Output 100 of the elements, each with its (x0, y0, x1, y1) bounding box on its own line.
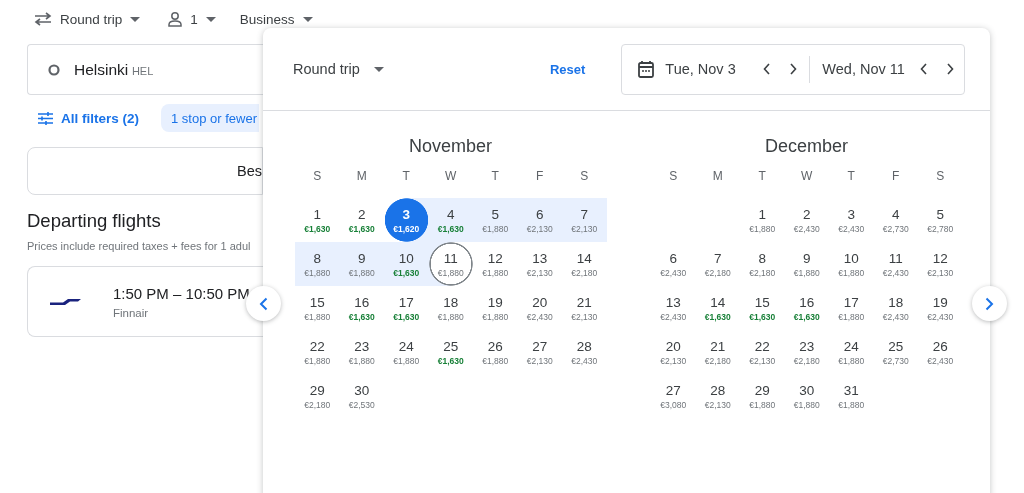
calendar-day[interactable]: 29 €2,180 (295, 374, 340, 418)
month-title: December (764, 135, 849, 158)
filter-chip[interactable]: 1 stop or fewer (161, 104, 259, 132)
calendar-day[interactable]: 2 €1,630 (339, 198, 384, 242)
calendar-day[interactable]: 21 €2,130 (562, 286, 607, 330)
next-month-button[interactable] (972, 286, 1007, 321)
calendar-day[interactable]: 11 €2,430 (873, 242, 918, 286)
airline-logo-icon (50, 298, 81, 305)
calendar-day[interactable]: 13 €2,130 (517, 242, 562, 286)
calendar-day[interactable]: 16 €1,630 (784, 286, 829, 330)
calendar-day[interactable]: 25 €2,730 (873, 330, 918, 374)
calendar-day[interactable]: 20 €2,130 (651, 330, 696, 374)
calendar-day[interactable]: 10 €1,880 (829, 242, 874, 286)
trip-type-dropdown[interactable]: Round trip (34, 11, 141, 27)
weekday-label: T (401, 168, 411, 185)
calendar-day[interactable]: 23 €1,880 (339, 330, 384, 374)
return-date: Wed, Nov 11 (822, 61, 906, 77)
calendar-day[interactable]: 13 €2,430 (651, 286, 696, 330)
caret-icon (373, 66, 384, 72)
calendar-day[interactable]: 31 €1,880 (829, 374, 874, 418)
calendar-day[interactable]: 6 €2,430 (651, 242, 696, 286)
calendar-day[interactable]: 22 €1,880 (295, 330, 340, 374)
flight-times: 1:50 PM – 10:50 PM (113, 284, 250, 302)
calendar-day[interactable]: 28 €2,430 (562, 330, 607, 374)
departure-date: Tue, Nov 3 (665, 61, 737, 77)
calendar-day[interactable]: 25 €1,630 (428, 330, 473, 374)
calendar-day[interactable]: 30 €1,880 (784, 374, 829, 418)
calendar-day[interactable]: 8 €2,180 (740, 242, 785, 286)
passengers-dropdown[interactable]: 1 (168, 11, 216, 27)
calendar-day[interactable]: 14 €1,630 (695, 286, 740, 330)
calendar-day[interactable]: 9 €1,880 (339, 242, 384, 286)
calendar-day[interactable]: 26 €2,430 (918, 330, 963, 374)
cabin-class-dropdown[interactable]: Business (239, 11, 313, 27)
sort-tab[interactable]: Bes (27, 147, 263, 195)
calendar-day[interactable]: 23 €2,180 (784, 330, 829, 374)
date-range-field[interactable]: Tue, Nov 3 Wed, Nov 11 (621, 43, 966, 95)
calendar-day[interactable]: 24 €1,880 (384, 330, 429, 374)
weekday-label: F (891, 168, 901, 185)
calendar-day[interactable]: 15 €1,630 (740, 286, 785, 330)
calendar-day[interactable]: 10 €1,630 (384, 242, 429, 286)
airline-name: Finnair (113, 306, 150, 319)
chevron-icon (920, 63, 929, 75)
weekday-label: T (490, 168, 500, 185)
sliders-icon (38, 111, 53, 125)
calendar-day[interactable]: 26 €1,880 (473, 330, 518, 374)
month-title: November (408, 135, 493, 158)
calendar-day[interactable]: 9 €1,880 (784, 242, 829, 286)
weekday-label: W (444, 168, 458, 185)
calendar-day[interactable]: 21 €2,180 (695, 330, 740, 374)
calendar-day[interactable]: 24 €1,880 (829, 330, 874, 374)
calendar-day[interactable]: 27 €3,080 (651, 374, 696, 418)
calendar-day[interactable]: 20 €2,430 (517, 286, 562, 330)
trip-type-dropdown[interactable]: Round trip (293, 61, 384, 77)
origin-field[interactable]: Helsinki HEL (27, 44, 263, 95)
calendar-day[interactable]: 8 €1,880 (295, 242, 340, 286)
calendar-day[interactable]: 18 €2,430 (873, 286, 918, 330)
calendar-day[interactable]: 11 €1,880 (428, 242, 473, 286)
calendar-day[interactable]: 18 €1,880 (428, 286, 473, 330)
calendar-day[interactable]: 2 €2,430 (784, 198, 829, 242)
calendar-day[interactable]: 19 €1,880 (473, 286, 518, 330)
calendar-day[interactable]: 17 €1,630 (384, 286, 429, 330)
calendar-day[interactable]: 17 €1,880 (829, 286, 874, 330)
calendar-day[interactable]: 3 €2,430 (829, 198, 874, 242)
calendar-day[interactable]: 27 €2,130 (517, 330, 562, 374)
calendar-day[interactable]: 4 €2,730 (873, 198, 918, 242)
calendar-day[interactable]: 6 €2,130 (517, 198, 562, 242)
calendar-day[interactable]: 28 €2,130 (695, 374, 740, 418)
calendar-day[interactable]: 1 €1,880 (740, 198, 785, 242)
calendar-day[interactable]: 12 €2,130 (918, 242, 963, 286)
calendar-day[interactable]: 5 €1,880 (473, 198, 518, 242)
calendar-day[interactable]: 1 €1,630 (295, 198, 340, 242)
weekday-label: W (800, 168, 814, 185)
calendar-day[interactable]: 16 €1,630 (339, 286, 384, 330)
calendar-day[interactable]: 29 €1,880 (740, 374, 785, 418)
caret-icon (205, 16, 216, 22)
all-filters-button[interactable]: All filters (2) (27, 110, 139, 126)
calendar-day[interactable]: 19 €2,430 (918, 286, 963, 330)
weekday-label: S (312, 168, 323, 185)
weekday-label: T (757, 168, 767, 185)
calendar-day[interactable]: 14 €2,180 (562, 242, 607, 286)
calendar-icon (638, 60, 655, 78)
chevron-right-icon (985, 296, 994, 311)
price-note: Prices include required taxes + fees for 1 adul (27, 240, 251, 252)
calendar-day[interactable]: 12 €1,880 (473, 242, 518, 286)
calendar-day[interactable]: 30 €2,530 (339, 374, 384, 418)
section-title: Departing flights (27, 210, 161, 232)
weekday-label: S (579, 168, 590, 185)
weekday-label: S (668, 168, 679, 185)
calendar-day[interactable]: 4 €1,630 (428, 198, 473, 242)
calendar-day[interactable]: 22 €2,130 (740, 330, 785, 374)
calendar-day[interactable]: 5 €2,780 (918, 198, 963, 242)
calendar-day[interactable]: 15 €1,880 (295, 286, 340, 330)
calendar-day[interactable]: 7 €2,180 (695, 242, 740, 286)
calendar-day[interactable]: 3 €1,620 (384, 198, 429, 242)
swap-arrows-icon (34, 12, 52, 26)
caret-icon (130, 16, 141, 22)
calendar-day[interactable]: 7 €2,130 (562, 198, 607, 242)
reset-button[interactable]: Reset (549, 61, 586, 77)
weekday-label: T (846, 168, 856, 185)
person-icon (168, 11, 183, 27)
